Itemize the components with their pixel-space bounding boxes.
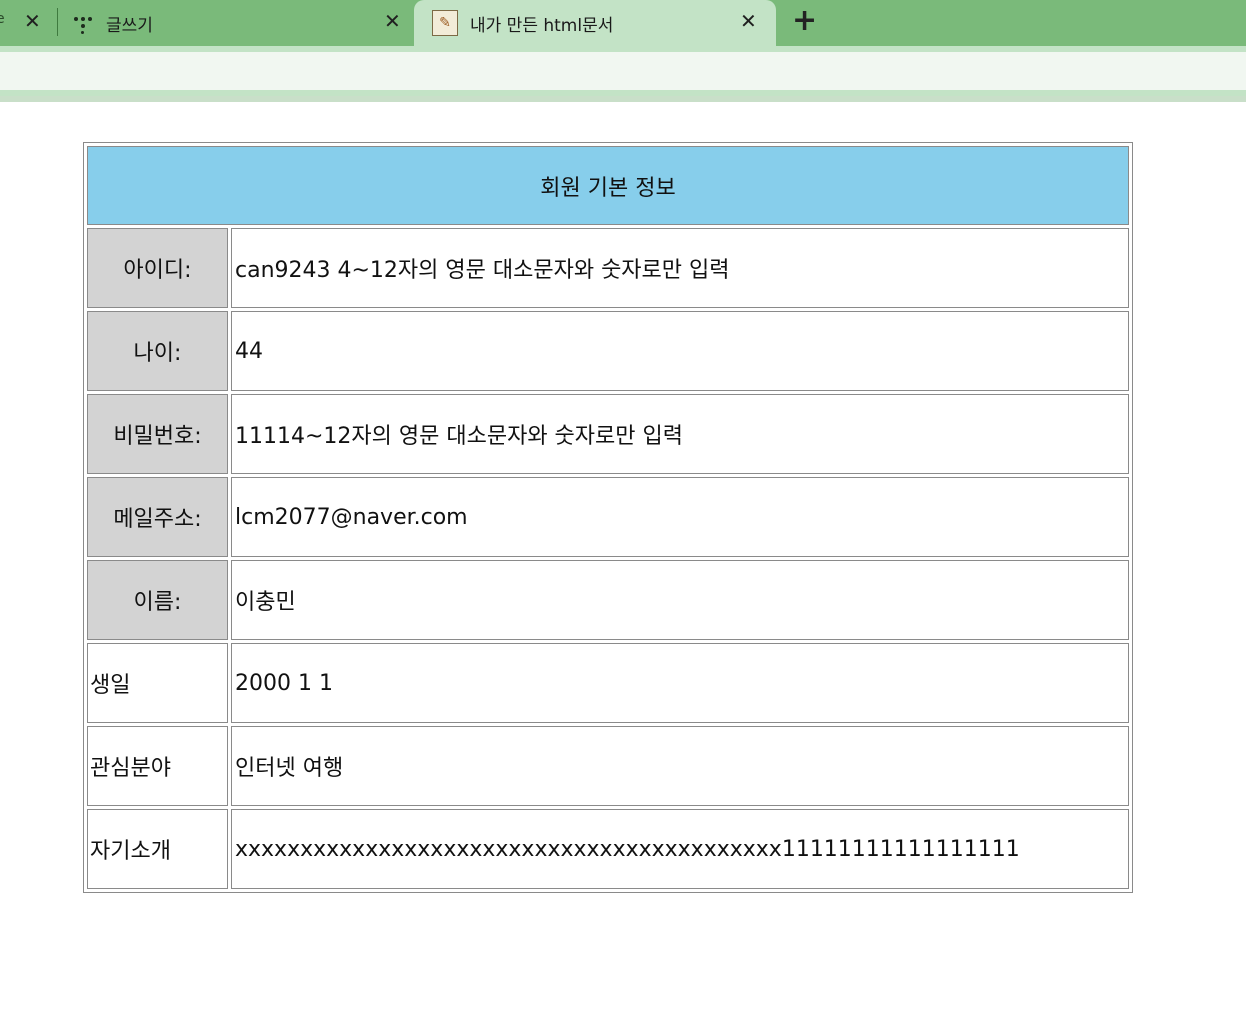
tab-strip: e ✕ 글쓰기 ✕ ✎ 내가 만든 html문서 ✕ + bbox=[0, 0, 1246, 46]
table-row: 아이디: can9243 4~12자의 영문 대소문자와 숫자로만 입력 bbox=[87, 228, 1129, 308]
table-row: 이름: 이충민 bbox=[87, 560, 1129, 640]
close-icon[interactable]: ✕ bbox=[24, 11, 41, 31]
table-row: 메일주소: lcm2077@naver.com bbox=[87, 477, 1129, 557]
row-label-interests: 관심분야 bbox=[87, 726, 228, 806]
table-title: 회원 기본 정보 bbox=[87, 146, 1129, 225]
dots-logo-icon bbox=[74, 12, 96, 34]
close-icon[interactable]: ✕ bbox=[740, 11, 757, 31]
tab-partial[interactable]: e ✕ bbox=[0, 0, 58, 46]
document-favicon-icon: ✎ bbox=[432, 10, 458, 36]
table-row: 자기소개 xxxxxxxxxxxxxxxxxxxxxxxxxxxxxxxxxxx… bbox=[87, 809, 1129, 889]
row-label-email: 메일주소: bbox=[87, 477, 228, 557]
row-value-age: 44 bbox=[231, 311, 1129, 391]
tab-separator bbox=[57, 8, 58, 36]
row-value-name: 이충민 bbox=[231, 560, 1129, 640]
browser-toolbar bbox=[0, 46, 1246, 96]
row-value-id: can9243 4~12자의 영문 대소문자와 숫자로만 입력 bbox=[231, 228, 1129, 308]
toolbar-bar bbox=[0, 52, 1246, 90]
page-content: 회원 기본 정보 아이디: can9243 4~12자의 영문 대소문자와 숫자… bbox=[0, 102, 1246, 1029]
row-value-birthday: 2000 1 1 bbox=[231, 643, 1129, 723]
tab-active[interactable]: ✎ 내가 만든 html문서 ✕ bbox=[414, 0, 776, 46]
row-label-password: 비밀번호: bbox=[87, 394, 228, 474]
tab-write-title: 글쓰기 bbox=[106, 15, 153, 36]
table-row: 관심분야 인터넷 여행 bbox=[87, 726, 1129, 806]
row-label-birthday: 생일 bbox=[87, 643, 228, 723]
row-value-interests: 인터넷 여행 bbox=[231, 726, 1129, 806]
row-value-email: lcm2077@naver.com bbox=[231, 477, 1129, 557]
row-label-age: 나이: bbox=[87, 311, 228, 391]
close-icon[interactable]: ✕ bbox=[384, 11, 401, 31]
member-info-table: 회원 기본 정보 아이디: can9243 4~12자의 영문 대소문자와 숫자… bbox=[83, 142, 1133, 893]
row-label-name: 이름: bbox=[87, 560, 228, 640]
row-label-intro: 자기소개 bbox=[87, 809, 228, 889]
new-tab-icon[interactable]: + bbox=[792, 6, 817, 36]
row-label-id: 아이디: bbox=[87, 228, 228, 308]
tab-partial-title: e bbox=[0, 11, 5, 27]
table-row: 생일 2000 1 1 bbox=[87, 643, 1129, 723]
tab-write[interactable]: 글쓰기 ✕ bbox=[74, 0, 414, 46]
row-value-intro: xxxxxxxxxxxxxxxxxxxxxxxxxxxxxxxxxxxxxxxx… bbox=[231, 809, 1129, 889]
table-header-row: 회원 기본 정보 bbox=[87, 146, 1129, 225]
row-value-password: 11114~12자의 영문 대소문자와 숫자로만 입력 bbox=[231, 394, 1129, 474]
table-row: 비밀번호: 11114~12자의 영문 대소문자와 숫자로만 입력 bbox=[87, 394, 1129, 474]
tab-active-title: 내가 만든 html문서 bbox=[470, 15, 614, 36]
table-row: 나이: 44 bbox=[87, 311, 1129, 391]
